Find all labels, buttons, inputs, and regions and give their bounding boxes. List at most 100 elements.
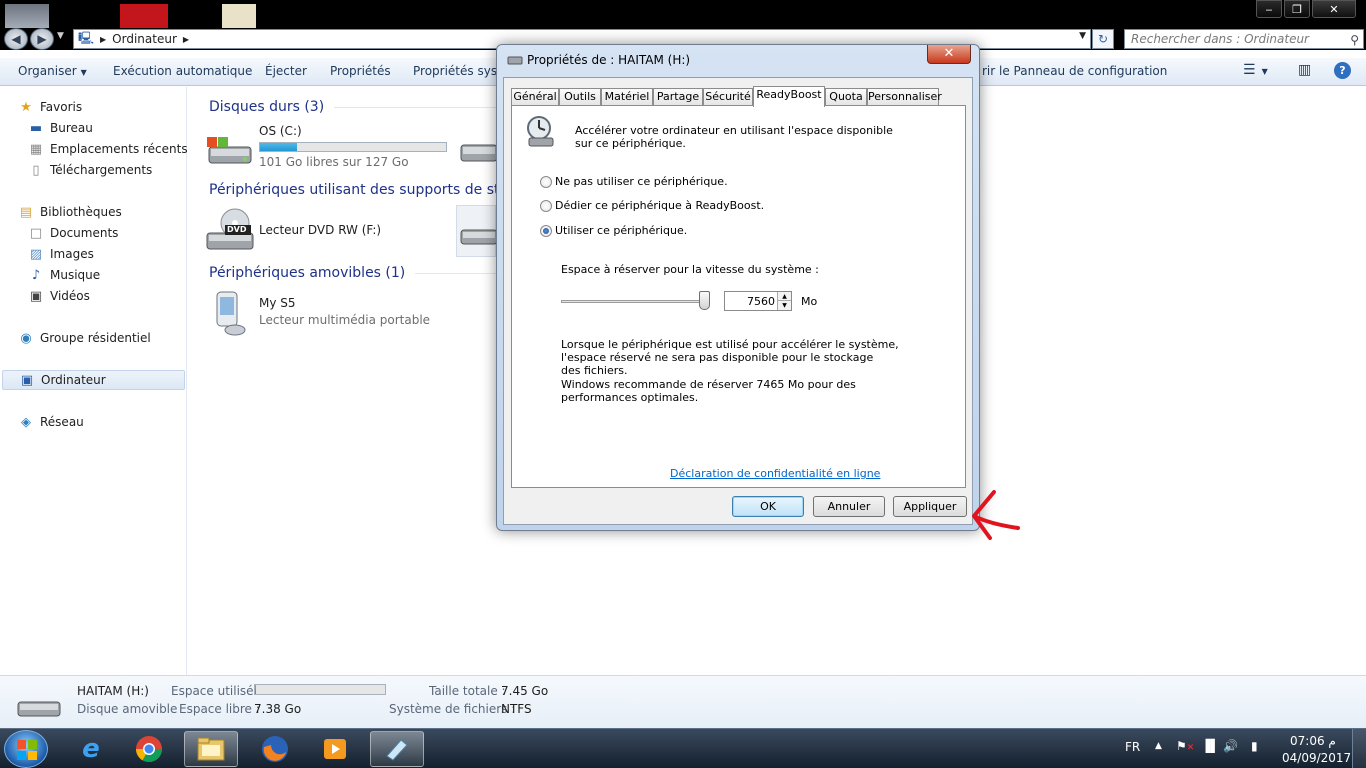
address-dropdown-icon[interactable]: ▼: [1079, 31, 1086, 41]
tab-readyboost[interactable]: ReadyBoost: [753, 86, 825, 107]
autoplay-button[interactable]: Exécution automatique: [113, 64, 252, 78]
nav-label: Bureau: [50, 121, 93, 135]
nav-favoris[interactable]: ★ Favoris: [18, 97, 82, 117]
group-header-storage-devices[interactable]: Périphériques utilisant des supports de …: [209, 182, 516, 198]
firefox-icon: [262, 736, 288, 762]
tab-personnaliser[interactable]: Personnaliser: [867, 88, 942, 106]
taskbar-media-player[interactable]: [308, 731, 362, 767]
chevron-down-icon: ▼: [80, 68, 87, 77]
breadcrumb-separator-icon[interactable]: ▶: [100, 35, 106, 44]
radio-dedicate[interactable]: [540, 200, 552, 212]
help-icon[interactable]: ?: [1334, 62, 1351, 79]
nav-label: Images: [50, 247, 94, 261]
nav-emplacements[interactable]: ▦ Emplacements récents: [28, 139, 188, 159]
taskbar-explorer[interactable]: [184, 731, 238, 767]
back-button[interactable]: ◀: [4, 28, 28, 50]
nav-bibliotheques[interactable]: ▤ Bibliothèques: [18, 202, 122, 222]
option-do-not-use-label[interactable]: Ne pas utiliser ce périphérique.: [555, 175, 728, 188]
preview-pane-icon[interactable]: ▥: [1298, 62, 1311, 78]
action-center-icon[interactable]: ⚑✕: [1176, 739, 1194, 753]
drive-name: Lecteur DVD RW (F:): [259, 223, 382, 237]
clock-time[interactable]: 07:06 م: [1290, 734, 1336, 748]
computer-icon: ▣: [20, 372, 34, 388]
taskbar-chrome[interactable]: [122, 731, 176, 767]
taskbar-firefox[interactable]: [248, 731, 302, 767]
space-value[interactable]: 7560: [747, 295, 775, 308]
space-spinner[interactable]: 7560 ▲ ▼: [724, 291, 792, 311]
close-button[interactable]: ✕: [1312, 0, 1356, 18]
nav-reseau[interactable]: ◈ Réseau: [18, 412, 84, 432]
tab-general[interactable]: Général: [511, 88, 559, 106]
nav-images[interactable]: ▨ Images: [28, 244, 94, 264]
window-title-strip: ‒ ❐ ✕: [0, 0, 1366, 28]
downloads-icon: ▯: [32, 162, 40, 178]
organiser-menu[interactable]: Organiser ▼: [18, 64, 87, 78]
selected-drive-haitam[interactable]: [456, 205, 498, 257]
group-header-hard-drives[interactable]: Disques durs (3): [209, 99, 505, 115]
eject-button[interactable]: Éjecter: [265, 64, 307, 78]
tab-partage[interactable]: Partage: [653, 88, 703, 106]
space-slider[interactable]: [561, 291, 711, 313]
breadcrumb-ordinateur[interactable]: Ordinateur: [112, 32, 177, 46]
intro-line-1: Accélérer votre ordinateur en utilisant …: [575, 124, 893, 137]
device-phone[interactable]: My S5 Lecteur multimédia portable: [205, 290, 455, 340]
start-button[interactable]: [4, 730, 48, 768]
clock-date[interactable]: 04/09/2017: [1282, 751, 1351, 765]
internet-explorer-icon: e: [82, 734, 100, 764]
spinner-down-icon[interactable]: ▼: [777, 301, 791, 310]
file-system-value: NTFS: [501, 702, 532, 716]
power-icon[interactable]: ▮: [1251, 739, 1258, 753]
slider-thumb[interactable]: [699, 291, 710, 310]
nav-documents[interactable]: □ Documents: [28, 223, 119, 243]
system-properties-button[interactable]: Propriétés systè: [413, 64, 509, 78]
background-thumbnail: [222, 4, 256, 28]
search-input[interactable]: Rechercher dans : Ordinateur ⚲: [1124, 29, 1364, 49]
dialog-close-button[interactable]: ✕: [927, 45, 971, 64]
selected-drive-type: Disque amovible: [77, 702, 178, 716]
tab-securite[interactable]: Sécurité: [703, 88, 753, 106]
recent-pages-dropdown-icon[interactable]: ▼: [57, 31, 64, 41]
network-signal-icon[interactable]: ▐▌: [1201, 739, 1219, 753]
tab-quota[interactable]: Quota: [825, 88, 867, 106]
minimize-button[interactable]: ‒: [1256, 0, 1282, 18]
tab-outils[interactable]: Outils: [559, 88, 601, 106]
taskbar-notepad[interactable]: [370, 731, 424, 767]
spinner-up-icon[interactable]: ▲: [777, 292, 791, 301]
drive-dvd[interactable]: DVD Lecteur DVD RW (F:): [205, 205, 455, 255]
breadcrumb-chevron-icon[interactable]: ▶: [183, 35, 189, 44]
nav-musique[interactable]: ♪ Musique: [28, 265, 100, 285]
maximize-button[interactable]: ❐: [1284, 0, 1310, 18]
show-hidden-icons-icon[interactable]: ▲: [1155, 741, 1162, 751]
note-line-3: des fichiers.: [561, 364, 628, 377]
cancel-button[interactable]: Annuler: [813, 496, 885, 517]
volume-icon[interactable]: 🔊: [1223, 739, 1238, 753]
nav-videos[interactable]: ▣ Vidéos: [28, 286, 90, 306]
view-options-icon[interactable]: ☰ ▼: [1243, 62, 1268, 78]
nav-bureau[interactable]: ▬ Bureau: [28, 118, 93, 138]
ok-button[interactable]: OK: [732, 496, 804, 517]
navigation-pane: ★ Favoris ▬ Bureau ▦ Emplacements récents ▯…: [0, 87, 188, 675]
language-indicator[interactable]: FR: [1125, 740, 1140, 754]
hard-drive-icon[interactable]: [459, 137, 499, 168]
show-desktop-button[interactable]: [1352, 729, 1366, 768]
tab-materiel[interactable]: Matériel: [601, 88, 653, 106]
taskbar-internet-explorer[interactable]: e: [64, 731, 118, 767]
nav-ordinateur[interactable]: ▣ Ordinateur: [2, 370, 185, 390]
forward-button[interactable]: ▶: [30, 28, 54, 50]
option-dedicate-label[interactable]: Dédier ce périphérique à ReadyBoost.: [555, 199, 764, 212]
used-space-bar: [254, 684, 386, 695]
radio-do-not-use[interactable]: [540, 176, 552, 188]
option-use-device-label[interactable]: Utiliser ce périphérique.: [555, 224, 687, 237]
privacy-statement-link[interactable]: Déclaration de confidentialité en ligne: [670, 467, 880, 480]
control-panel-button[interactable]: rir le Panneau de configuration: [982, 64, 1167, 78]
properties-button[interactable]: Propriétés: [330, 64, 391, 78]
apply-button[interactable]: Appliquer: [893, 496, 967, 517]
nav-label: Ordinateur: [41, 373, 106, 387]
nav-telechargements[interactable]: ▯ Téléchargements: [28, 160, 152, 180]
drive-c[interactable]: OS (C:) 101 Go libres sur 127 Go: [205, 123, 465, 173]
recent-places-icon: ▦: [29, 141, 43, 157]
group-header-removable[interactable]: Périphériques amovibles (1): [209, 265, 516, 281]
radio-use-device[interactable]: [540, 225, 552, 237]
refresh-button[interactable]: ↻: [1092, 29, 1114, 49]
nav-groupe-residentiel[interactable]: ◉ Groupe résidentiel: [18, 328, 150, 348]
